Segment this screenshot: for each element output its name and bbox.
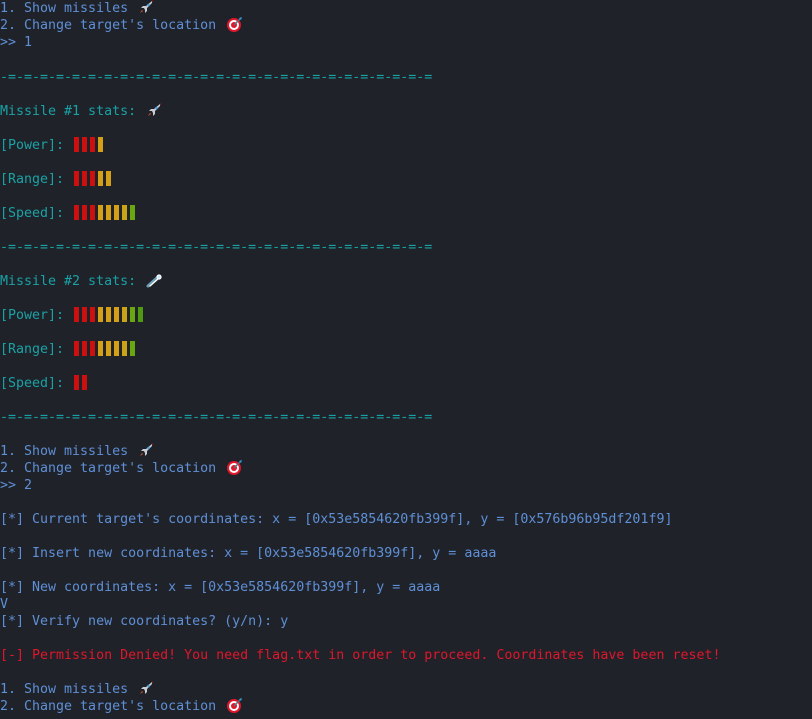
stat-segment xyxy=(74,375,80,390)
power-bar xyxy=(74,307,146,322)
stat-segment xyxy=(82,375,88,390)
separator: -=-=-=-=-=-=-=-=-=-=-=-=-=-=-=-=-=-=-=-=… xyxy=(0,410,433,425)
separator: -=-=-=-=-=-=-=-=-=-=-=-=-=-=-=-=-=-=-=-=… xyxy=(0,240,433,255)
target-icon xyxy=(226,460,243,475)
stat-segment xyxy=(98,137,104,152)
target-icon xyxy=(226,17,243,32)
input-echo: V xyxy=(0,597,9,612)
menu-item-show-missiles: 1. Show missiles xyxy=(0,0,155,17)
rocket-icon xyxy=(138,0,155,15)
stat-segment xyxy=(90,341,96,356)
speed-bar xyxy=(74,375,90,390)
stat-segment xyxy=(106,171,112,186)
rocket-icon xyxy=(146,103,163,118)
stat-bar-graphic xyxy=(74,307,144,322)
stat-segment xyxy=(130,205,136,220)
missile-1-power: [Power]: xyxy=(0,137,106,154)
menu-item-change-target: 2. Change target's location xyxy=(0,17,243,34)
separator: -=-=-=-=-=-=-=-=-=-=-=-=-=-=-=-=-=-=-=-=… xyxy=(0,70,433,85)
missile-1-speed: [Speed]: xyxy=(0,205,138,222)
menu-item-show-missiles: 1. Show missiles xyxy=(0,443,155,460)
comet-icon xyxy=(146,273,163,288)
terminal-window: 1. Show missiles 2. Change target's loca… xyxy=(0,0,812,719)
stat-segment xyxy=(74,307,80,322)
stat-segment xyxy=(130,341,136,356)
missile-2-speed: [Speed]: xyxy=(0,375,90,392)
missile-2-range: [Range]: xyxy=(0,341,138,358)
stat-segment xyxy=(114,205,120,220)
menu-prompt: >> 1 xyxy=(0,35,33,50)
missile-2-title: Missile #2 stats: xyxy=(0,273,163,290)
stat-segment xyxy=(106,205,112,220)
insert-coordinates: [*] Insert new coordinates: x = [0x53e58… xyxy=(0,546,497,561)
stat-segment xyxy=(106,307,112,322)
permission-denied-message: [-] Permission Denied! You need flag.txt… xyxy=(0,648,721,663)
stat-segment xyxy=(98,341,104,356)
target-icon xyxy=(226,698,243,713)
stat-bar-graphic xyxy=(74,137,104,152)
stat-segment xyxy=(74,341,80,356)
stat-segment xyxy=(98,171,104,186)
stat-segment xyxy=(98,205,104,220)
menu-item-change-target: 2. Change target's location xyxy=(0,698,243,715)
stat-segment xyxy=(82,341,88,356)
missile-1-range: [Range]: xyxy=(0,171,114,188)
menu-item-show-missiles: 1. Show missiles xyxy=(0,681,155,698)
rocket-icon xyxy=(138,443,155,458)
stat-segment xyxy=(138,307,144,322)
power-bar xyxy=(74,137,106,152)
stat-segment xyxy=(106,341,112,356)
stat-segment xyxy=(82,205,88,220)
stat-bar-graphic xyxy=(74,171,112,186)
range-bar xyxy=(74,171,114,186)
stat-segment xyxy=(122,205,128,220)
new-coordinates: [*] New coordinates: x = [0x53e5854620fb… xyxy=(0,580,441,595)
stat-segment xyxy=(74,137,80,152)
stat-segment xyxy=(122,307,128,322)
stat-segment xyxy=(90,137,96,152)
stat-segment xyxy=(90,307,96,322)
stat-segment xyxy=(82,171,88,186)
menu-item-change-target: 2. Change target's location xyxy=(0,460,243,477)
stat-bar-graphic xyxy=(74,205,136,220)
stat-segment xyxy=(90,171,96,186)
stat-segment xyxy=(90,205,96,220)
menu-prompt: >> 2 xyxy=(0,478,33,493)
stat-segment xyxy=(74,205,80,220)
current-coordinates: [*] Current target's coordinates: x = [0… xyxy=(0,512,673,527)
stat-segment xyxy=(98,307,104,322)
stat-segment xyxy=(114,341,120,356)
stat-segment xyxy=(114,307,120,322)
stat-segment xyxy=(130,307,136,322)
verify-prompt: [*] Verify new coordinates? (y/n): y xyxy=(0,614,289,629)
speed-bar xyxy=(74,205,138,220)
missile-2-power: [Power]: xyxy=(0,307,146,324)
stat-segment xyxy=(82,307,88,322)
stat-bar-graphic xyxy=(74,341,136,356)
stat-segment xyxy=(122,341,128,356)
stat-segment xyxy=(82,137,88,152)
stat-bar-graphic xyxy=(74,375,88,390)
stat-segment xyxy=(74,171,80,186)
rocket-icon xyxy=(138,681,155,696)
missile-1-title: Missile #1 stats: xyxy=(0,103,163,120)
range-bar xyxy=(74,341,138,356)
